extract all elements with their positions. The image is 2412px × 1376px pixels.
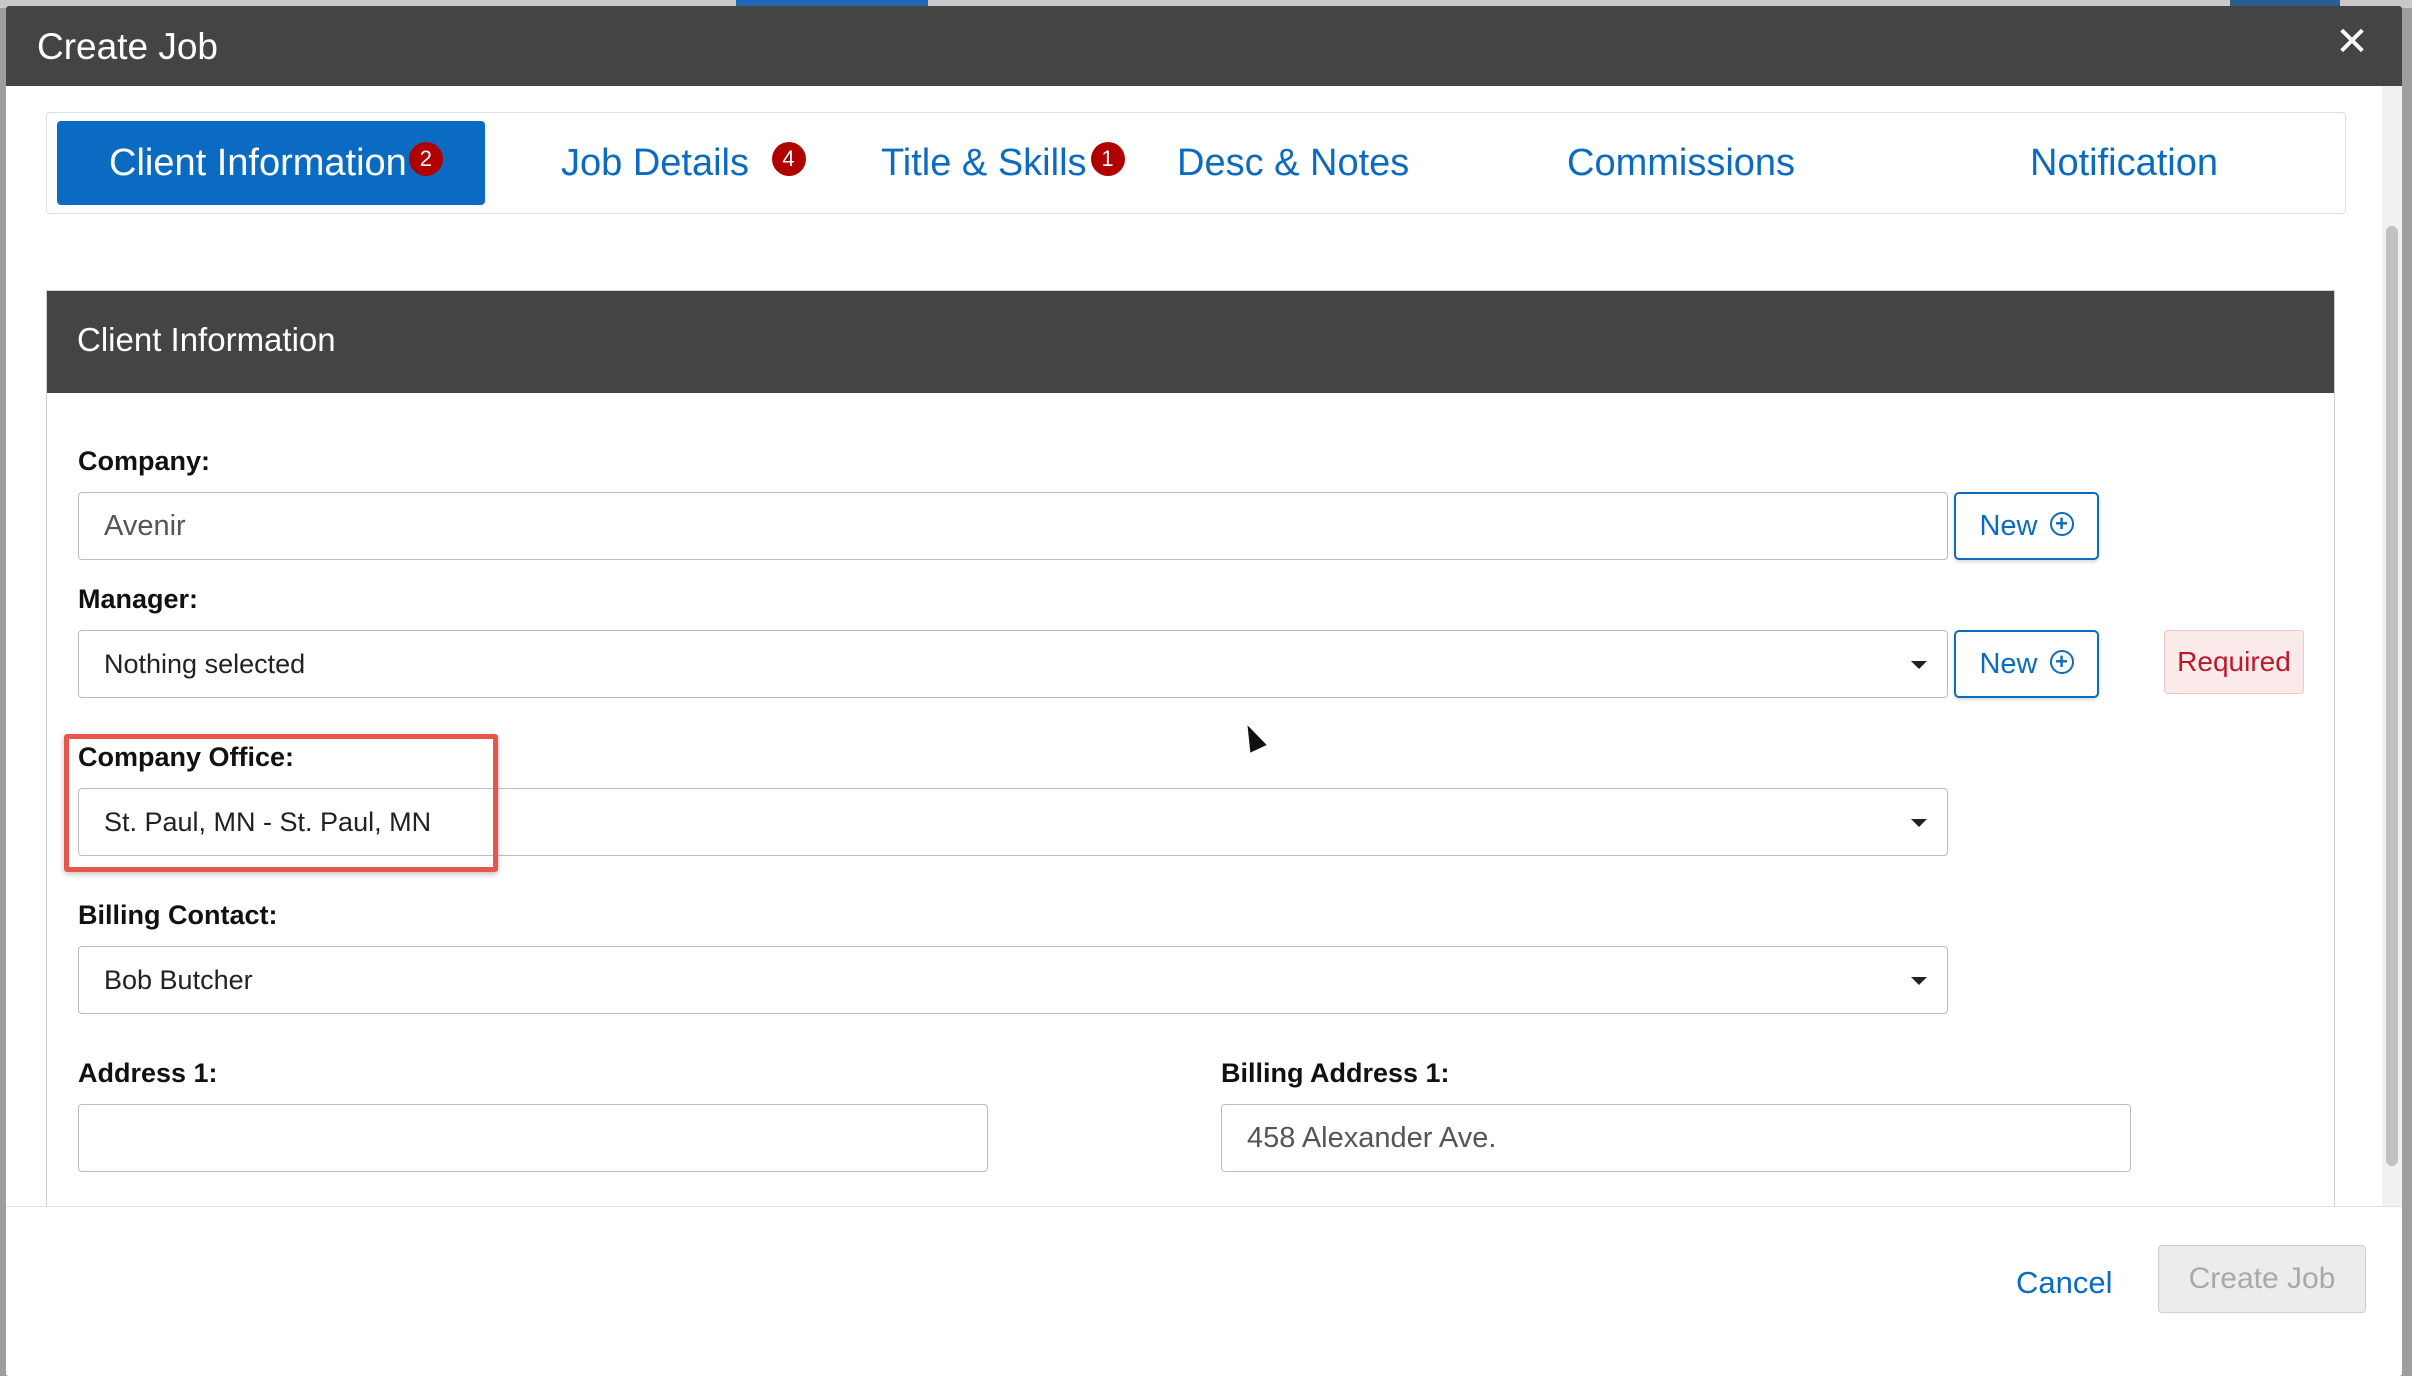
panel-header: Client Information — [47, 291, 2334, 393]
tab-client-information[interactable]: Client Information 2 — [57, 121, 485, 205]
address1-label: Address 1: — [78, 1058, 218, 1088]
company-office-select[interactable]: St. Paul, MN - St. Paul, MN — [78, 788, 1948, 856]
tab-label: Client Information — [109, 142, 407, 184]
address1-input[interactable] — [78, 1104, 988, 1172]
create-job-modal: Create Job ✕ Client Information 2 Job Det… — [6, 6, 2402, 1376]
billing-address1-input[interactable] — [1221, 1104, 2131, 1172]
tab-commissions[interactable]: Commissions — [1567, 121, 1795, 205]
billing-contact-select-value: Bob Butcher — [104, 965, 253, 995]
tab-label: Commissions — [1567, 142, 1796, 184]
tab-label: Notification — [2030, 142, 2218, 184]
company-office-select-value: St. Paul, MN - St. Paul, MN — [104, 807, 432, 837]
new-button-label: New — [1979, 648, 2038, 680]
tab-label: Title & Skills — [881, 142, 1087, 184]
modal-footer: Cancel Create Job — [6, 1206, 2402, 1376]
tab-desc-notes[interactable]: Desc & Notes — [1177, 121, 1409, 205]
manager-select[interactable]: Nothing selected — [78, 630, 1948, 698]
new-company-button[interactable]: New + — [1954, 492, 2099, 560]
new-button-label: New — [1979, 510, 2038, 542]
scrollbar[interactable] — [2382, 86, 2402, 1206]
billing-contact-label: Billing Contact: — [78, 900, 278, 930]
tab-label: Job Details — [561, 142, 749, 184]
caret-down-icon — [1911, 819, 1927, 827]
billing-contact-select[interactable]: Bob Butcher — [78, 946, 1948, 1014]
tab-badge: 1 — [1090, 141, 1125, 176]
caret-down-icon — [1911, 977, 1927, 985]
panel-title: Client Information — [77, 321, 336, 358]
tab-job-details[interactable]: Job Details 4 — [561, 121, 806, 205]
new-manager-button[interactable]: New + — [1954, 630, 2099, 698]
tab-badge: 2 — [408, 141, 443, 176]
modal-header: Create Job ✕ — [6, 6, 2402, 86]
modal-title: Create Job — [37, 26, 218, 67]
tab-notification[interactable]: Notification — [2030, 121, 2218, 205]
billing-address1-label: Billing Address 1: — [1221, 1058, 1450, 1088]
tab-title-skills[interactable]: Title & Skills 1 — [881, 121, 1125, 205]
company-office-label: Company Office: — [78, 742, 295, 772]
company-label: Company: — [78, 446, 211, 476]
cancel-button[interactable]: Cancel — [2016, 1265, 2113, 1301]
plus-circle-icon: + — [2049, 512, 2074, 537]
required-badge: Required — [2164, 630, 2304, 694]
scrollbar-thumb[interactable] — [2386, 226, 2398, 1166]
caret-down-icon — [1911, 661, 1927, 669]
tab-badge: 4 — [771, 141, 806, 176]
tab-bar: Client Information 2 Job Details 4 Title … — [46, 112, 2346, 214]
create-job-button[interactable]: Create Job — [2158, 1245, 2366, 1313]
plus-circle-icon: + — [2049, 650, 2074, 675]
manager-label: Manager: — [78, 584, 199, 614]
manager-select-value: Nothing selected — [104, 649, 306, 679]
close-icon[interactable]: ✕ — [2332, 22, 2372, 62]
client-information-panel: Client Information — [46, 290, 2335, 1206]
tab-label: Desc & Notes — [1177, 142, 1410, 184]
company-input[interactable] — [78, 492, 1948, 560]
